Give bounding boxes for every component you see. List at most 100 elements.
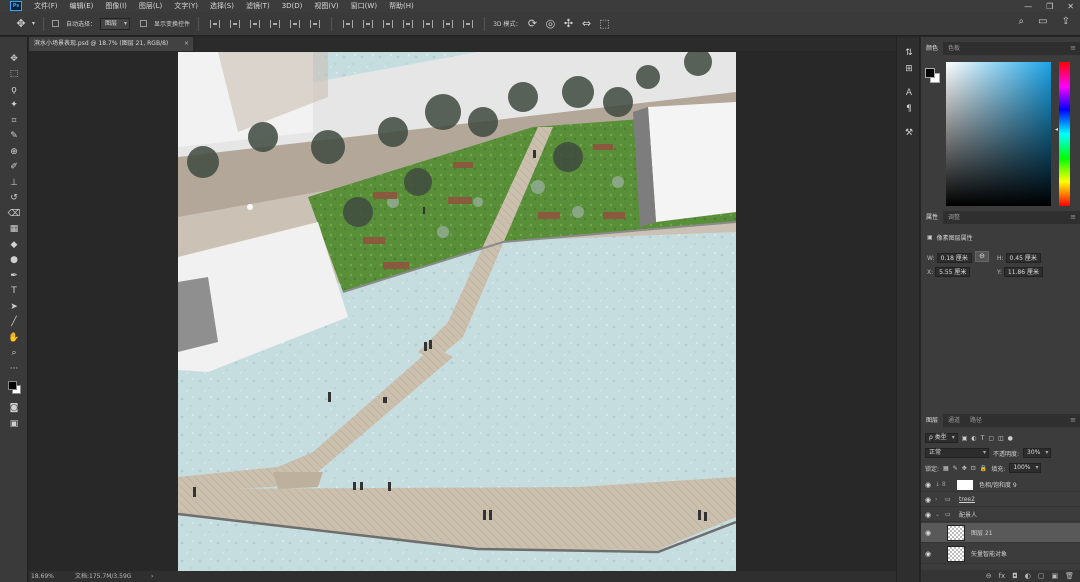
tab-channels[interactable]: 通道 xyxy=(943,414,965,427)
align-bottom-icon[interactable] xyxy=(250,19,261,28)
collapse-arrow-icon[interactable]: ⌄ xyxy=(935,511,945,518)
status-menu-arrow[interactable]: › xyxy=(151,571,153,582)
distribute-vcenter-icon[interactable] xyxy=(363,19,374,28)
layer-row-selected[interactable]: ◉ 图层 21 xyxy=(921,523,1080,543)
filter-toggle-icon[interactable]: ● xyxy=(1008,435,1013,442)
menu-edit[interactable]: 编辑(E) xyxy=(64,1,100,11)
menu-file[interactable]: 文件(F) xyxy=(28,1,64,11)
tool-presets-icon[interactable]: ⚒ xyxy=(897,125,921,141)
menu-view[interactable]: 视图(V) xyxy=(308,1,344,11)
width-field[interactable]: 0.18 厘米 xyxy=(936,253,972,263)
lock-all-icon[interactable]: 🔒 xyxy=(980,465,987,472)
zoom-level[interactable]: 18.69% xyxy=(31,571,54,582)
hand-tool-icon[interactable]: ✋ xyxy=(0,330,28,346)
maximize-button[interactable]: ❐ xyxy=(1046,2,1053,11)
panel-foreground-color[interactable] xyxy=(925,68,935,78)
panel-menu-icon[interactable]: ≡ xyxy=(1070,42,1080,55)
foreground-color[interactable] xyxy=(8,380,17,390)
more-tools-icon[interactable]: ··· xyxy=(0,361,28,377)
distribute-right-icon[interactable] xyxy=(443,19,454,28)
marquee-tool-icon[interactable]: ⬚ xyxy=(0,67,28,83)
tab-color[interactable]: 颜色 xyxy=(921,42,944,55)
distribute-left-icon[interactable] xyxy=(403,19,414,28)
delete-layer-icon[interactable]: 🗑 xyxy=(1065,572,1074,580)
new-adjustment-icon[interactable]: ◐ xyxy=(1025,572,1031,580)
healing-brush-tool-icon[interactable]: ⊕ xyxy=(0,144,28,160)
lock-brush-icon[interactable]: ✎ xyxy=(953,465,958,472)
filter-smart-icon[interactable]: ◫ xyxy=(998,435,1004,442)
visibility-eye-icon[interactable]: ◉ xyxy=(921,496,935,504)
visibility-eye-icon[interactable]: ◉ xyxy=(921,550,935,558)
lock-artboard-icon[interactable]: ⊡ xyxy=(971,465,976,472)
path-selection-tool-icon[interactable]: ➤ xyxy=(0,299,28,315)
layer-row[interactable]: ◉ 矢量智能对象 xyxy=(921,544,1080,564)
height-field[interactable]: 0.45 厘米 xyxy=(1005,253,1041,263)
color-swatches[interactable] xyxy=(0,377,28,401)
tab-adjustments[interactable]: 调整 xyxy=(943,211,965,224)
add-mask-icon[interactable]: ◘ xyxy=(1012,572,1018,580)
3d-roll-icon[interactable]: ◎ xyxy=(543,17,557,30)
crop-tool-icon[interactable]: ⌗ xyxy=(0,113,28,129)
panel-menu-icon[interactable]: ≡ xyxy=(1070,211,1080,224)
filter-adjustment-icon[interactable]: ◐ xyxy=(971,435,976,442)
visibility-eye-icon[interactable]: ◉ xyxy=(921,481,935,489)
align-right-icon[interactable] xyxy=(310,19,321,28)
visibility-eye-icon[interactable]: ◉ xyxy=(921,529,935,537)
3d-rotate-icon[interactable]: ⟳ xyxy=(525,17,539,30)
gradient-tool-icon[interactable]: ▦ xyxy=(0,222,28,238)
move-tool-icon[interactable]: ✥ xyxy=(14,17,28,30)
fill-field[interactable]: 100% xyxy=(1009,463,1042,473)
document-tab[interactable]: 滨水小场景表现.psd @ 18.7% (图层 21, RGB/8) × xyxy=(29,37,193,51)
magic-wand-tool-icon[interactable]: ✦ xyxy=(0,98,28,114)
line-tool-icon[interactable]: ╱ xyxy=(0,315,28,331)
filter-shape-icon[interactable]: ▢ xyxy=(988,435,994,442)
panel-menu-icon[interactable]: ≡ xyxy=(1070,414,1080,427)
color-saturation-field[interactable] xyxy=(946,62,1051,206)
layer-row[interactable]: ◉ ⌄ ▭ 配景人 xyxy=(921,508,1080,522)
menu-layer[interactable]: 图层(L) xyxy=(133,1,168,11)
move-tool-icon[interactable]: ✥ xyxy=(0,51,28,67)
blur-tool-icon[interactable]: ◆ xyxy=(0,237,28,253)
dodge-tool-icon[interactable]: ● xyxy=(0,253,28,269)
history-panel-icon[interactable]: ⇅ xyxy=(897,45,921,61)
eyedropper-tool-icon[interactable]: ✎ xyxy=(0,129,28,145)
menu-type[interactable]: 文字(Y) xyxy=(168,1,204,11)
screen-mode-icon[interactable]: ▣ xyxy=(0,416,28,432)
paragraph-panel-icon[interactable]: ¶ xyxy=(897,101,921,117)
layer-row[interactable]: ◉ › ▭ tree2 xyxy=(921,493,1080,507)
brush-tool-icon[interactable]: ✐ xyxy=(0,160,28,176)
lock-move-icon[interactable]: ✥ xyxy=(962,465,967,472)
link-dimensions-icon[interactable]: ⊖ xyxy=(975,251,989,262)
new-group-icon[interactable]: ▢ xyxy=(1038,572,1045,580)
menu-window[interactable]: 窗口(W) xyxy=(345,1,383,11)
document-canvas[interactable] xyxy=(178,52,736,571)
y-field[interactable]: 11.86 厘米 xyxy=(1003,267,1043,277)
tool-preset-arrow-icon[interactable]: ▾ xyxy=(32,20,35,27)
menu-image[interactable]: 图像(I) xyxy=(99,1,133,11)
filter-pixel-icon[interactable]: ▣ xyxy=(962,435,968,442)
auto-select-dropdown[interactable]: 图层 xyxy=(100,17,131,30)
share-icon[interactable]: ⇪ xyxy=(1062,16,1070,27)
new-layer-icon[interactable]: ▣ xyxy=(1051,572,1058,580)
lasso-tool-icon[interactable]: ϙ xyxy=(0,82,28,98)
show-transform-checkbox[interactable] xyxy=(140,20,148,27)
opacity-field[interactable]: 30% xyxy=(1023,448,1052,458)
menu-3d[interactable]: 3D(D) xyxy=(276,2,309,10)
zoom-tool-icon[interactable]: ⌕ xyxy=(0,346,28,362)
tab-layers[interactable]: 图层 xyxy=(921,414,944,427)
tab-paths[interactable]: 路径 xyxy=(965,414,987,427)
menu-help[interactable]: 帮助(H) xyxy=(383,1,420,11)
type-tool-icon[interactable]: T xyxy=(0,284,28,300)
eraser-tool-icon[interactable]: ⌫ xyxy=(0,206,28,222)
workspace-icon[interactable]: ▭ xyxy=(1038,16,1047,27)
3d-slide-icon[interactable]: ⇔ xyxy=(579,17,593,30)
menu-filter[interactable]: 滤镜(T) xyxy=(240,1,276,11)
close-tab-button[interactable]: × xyxy=(184,37,189,51)
search-icon[interactable]: ⌕ xyxy=(1019,16,1025,27)
align-hcenter-icon[interactable] xyxy=(290,19,301,28)
x-field[interactable]: 5.55 厘米 xyxy=(935,267,971,277)
layer-style-icon[interactable]: fx xyxy=(999,572,1006,580)
3d-scale-icon[interactable]: ⬚ xyxy=(597,17,611,30)
align-vcenter-icon[interactable] xyxy=(230,19,241,28)
menu-select[interactable]: 选择(S) xyxy=(204,1,240,11)
